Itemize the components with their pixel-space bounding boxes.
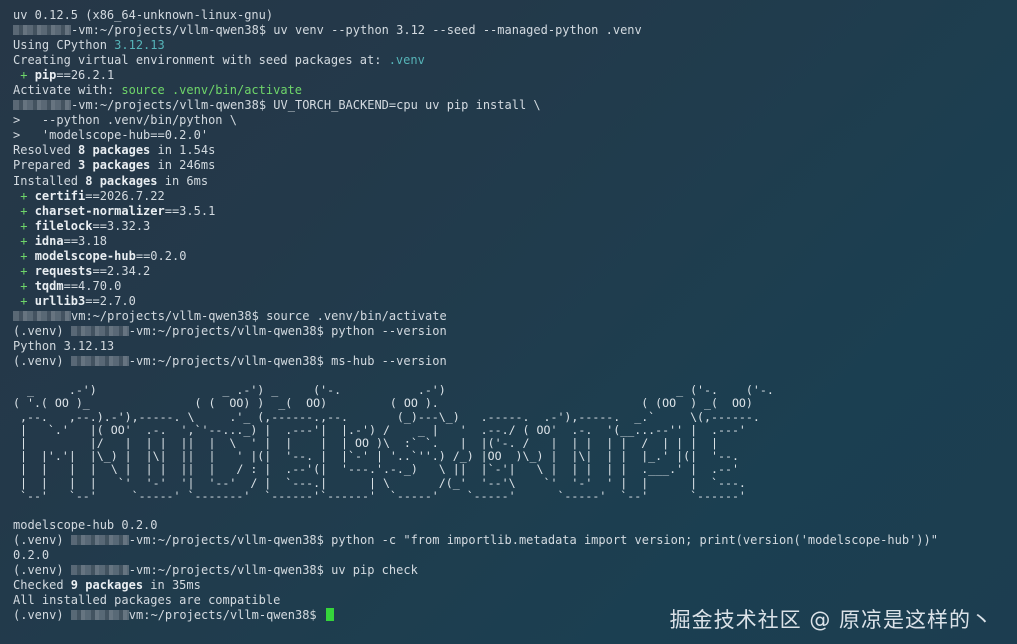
package-line: + urllib3==2.7.0	[13, 293, 136, 308]
output-line: Prepared 3 packages in 246ms	[13, 158, 216, 173]
prompt-line: (.venv) -vm:~/projects/vllm-qwen38$ uv p…	[13, 563, 418, 578]
redacted-username	[70, 535, 129, 545]
redacted-username	[13, 25, 71, 36]
text-cursor[interactable]	[325, 608, 334, 622]
output-line: 0.2.0	[13, 548, 50, 563]
redacted-username	[70, 610, 129, 621]
output-line: Creating virtual environment with seed p…	[13, 53, 425, 68]
package-line: + charset-normalizer==3.5.1	[13, 203, 216, 218]
package-line: + modelscope-hub==0.2.0	[13, 248, 187, 263]
package-line: + requests==2.34.2	[13, 263, 151, 278]
output-line: Activate with: source .venv/bin/activate	[13, 83, 302, 98]
prompt-line: -vm:~/projects/vllm-qwen38$ UV_TORCH_BAC…	[13, 98, 1009, 113]
package-line: + idna==3.18	[13, 233, 107, 248]
redacted-username	[70, 565, 129, 576]
package-line: + tqdm==4.70.0	[13, 278, 122, 293]
watermark-text: 掘金技术社区 @ 原凉是这样的丶	[669, 608, 993, 632]
prompt-line: -vm:~/projects/vllm-qwen38$ uv venv --py…	[13, 23, 1009, 38]
prompt-line: (.venv) -vm:~/projects/vllm-qwen38$ ms-h…	[13, 354, 447, 369]
uv-version-line: uv 0.12.5 (x86_64-unknown-linux-gnu)	[13, 8, 274, 22]
terminal-output[interactable]: uv 0.12.5 (x86_64-unknown-linux-gnu) -vm…	[13, 8, 1009, 623]
output-line: Installed 8 packages in 6ms	[13, 173, 209, 188]
output-line: modelscope-hub 0.2.0	[13, 517, 158, 532]
output-line: Using CPython 3.12.13	[13, 38, 165, 53]
prompt-line: (.venv) -vm:~/projects/vllm-qwen38$ pyth…	[13, 323, 447, 338]
package-line: + filelock==3.32.3	[13, 218, 151, 233]
redacted-username	[13, 310, 71, 321]
continuation-line: > 'modelscope-hub==0.2.0'	[13, 128, 209, 143]
prompt-line: (.venv) -vm:~/projects/vllm-qwen38$ pyth…	[13, 533, 938, 547]
prompt-line: vm:~/projects/vllm-qwen38$ source .venv/…	[13, 309, 1009, 324]
output-line: Checked 9 packages in 35ms	[13, 578, 201, 593]
continuation-line: > --python .venv/bin/python \	[13, 113, 237, 128]
output-line: Resolved 8 packages in 1.54s	[13, 143, 216, 158]
package-line: + pip==26.2.1	[13, 68, 115, 83]
ascii-art-banner: _ .-') _ .-') _ ('-. .-') _ ('-. ('-. ( …	[13, 383, 774, 503]
redacted-username	[13, 100, 71, 111]
redacted-username	[70, 356, 129, 367]
package-line: + certifi==2026.7.22	[13, 188, 165, 203]
output-line: Python 3.12.13	[13, 339, 115, 354]
redacted-username	[70, 325, 129, 336]
